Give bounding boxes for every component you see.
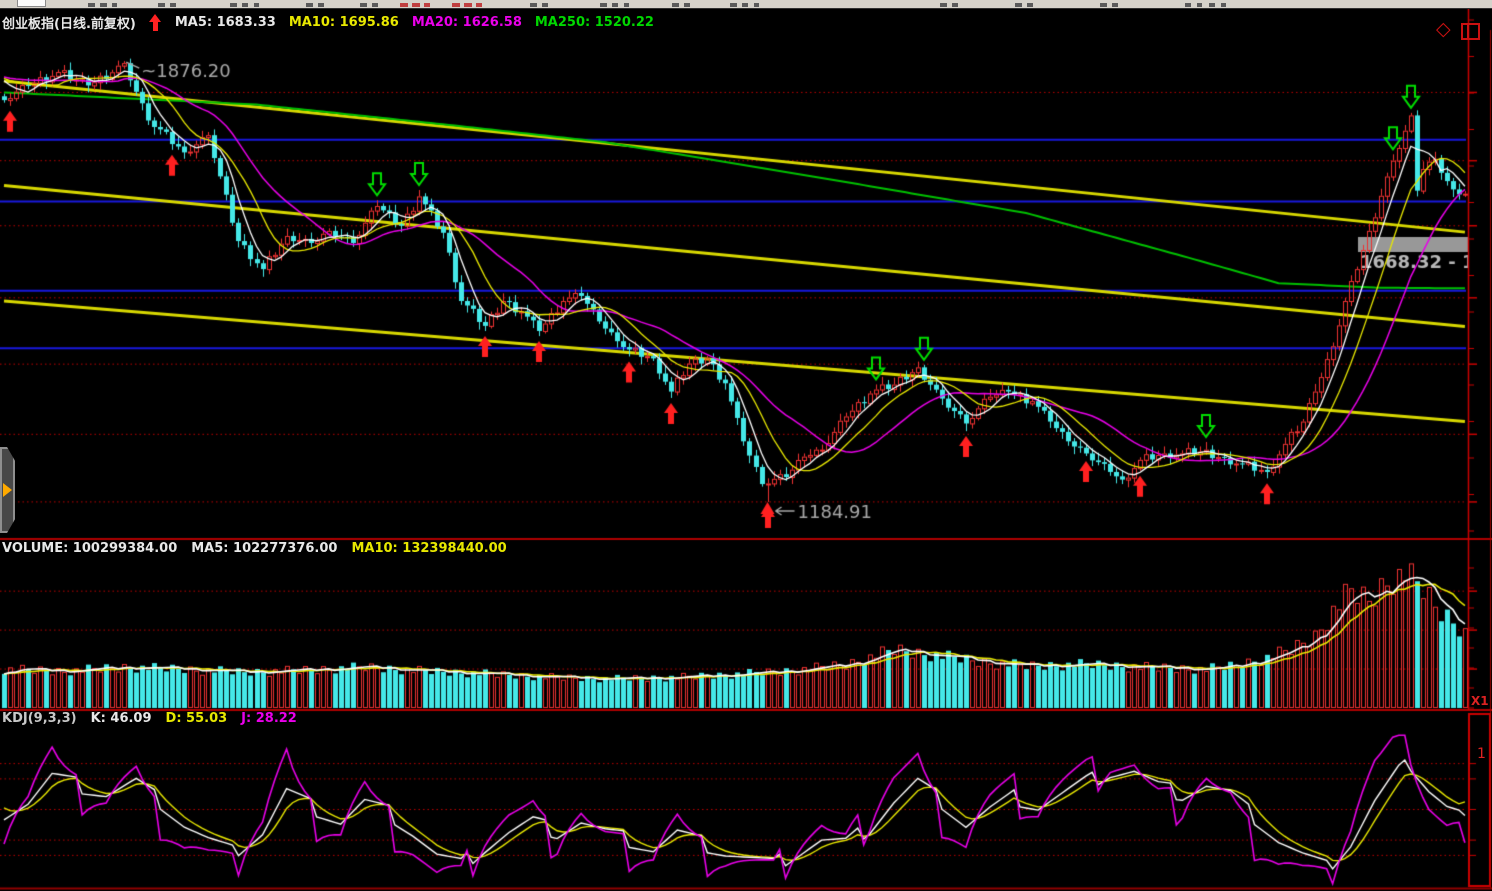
trading-app-window: 创业板指(日线.前复权) MA5: 1683.33 MA10: 1695.86 … xyxy=(0,0,1492,891)
kdj-label: KDJ(9,3,3) xyxy=(2,711,77,726)
main-chart-header: 创业板指(日线.前复权) MA5: 1683.33 MA10: 1695.86 … xyxy=(2,13,654,32)
kdj-k-label: K: 46.09 xyxy=(91,711,152,726)
diamond-icon[interactable]: ◇ xyxy=(1436,19,1451,39)
volume-header: VOLUME: 100299384.00 MA5: 102277376.00 M… xyxy=(2,541,507,556)
chart-canvas[interactable] xyxy=(0,0,1492,891)
volume-ma10-label: MA10: 132398440.00 xyxy=(351,541,506,556)
ma5-label: MA5: 1683.33 xyxy=(175,15,276,30)
menubar[interactable] xyxy=(0,0,1492,9)
flyout-arrow-icon xyxy=(3,483,12,497)
x1-label: X1 xyxy=(1471,694,1489,708)
kdj-header: KDJ(9,3,3) K: 46.09 D: 55.03 J: 28.22 xyxy=(2,711,297,726)
flyout-tab[interactable] xyxy=(0,447,15,533)
chart-title: 创业板指(日线.前复权) xyxy=(2,13,136,32)
kdj-d-label: D: 55.03 xyxy=(166,711,228,726)
menubar-chip xyxy=(17,0,46,7)
kdj-axis-label: 1 xyxy=(1477,746,1486,762)
ma10-label: MA10: 1695.86 xyxy=(289,15,399,30)
ma250-label: MA250: 1520.22 xyxy=(535,15,654,30)
ma20-label: MA20: 1626.58 xyxy=(412,15,522,30)
trend-up-arrow-icon xyxy=(149,14,162,31)
volume-ma5-label: MA5: 102277376.00 xyxy=(191,541,337,556)
kdj-j-label: J: 28.22 xyxy=(241,711,297,726)
volume-label: VOLUME: 100299384.00 xyxy=(2,541,177,556)
split-window-icon[interactable] xyxy=(1461,23,1480,40)
